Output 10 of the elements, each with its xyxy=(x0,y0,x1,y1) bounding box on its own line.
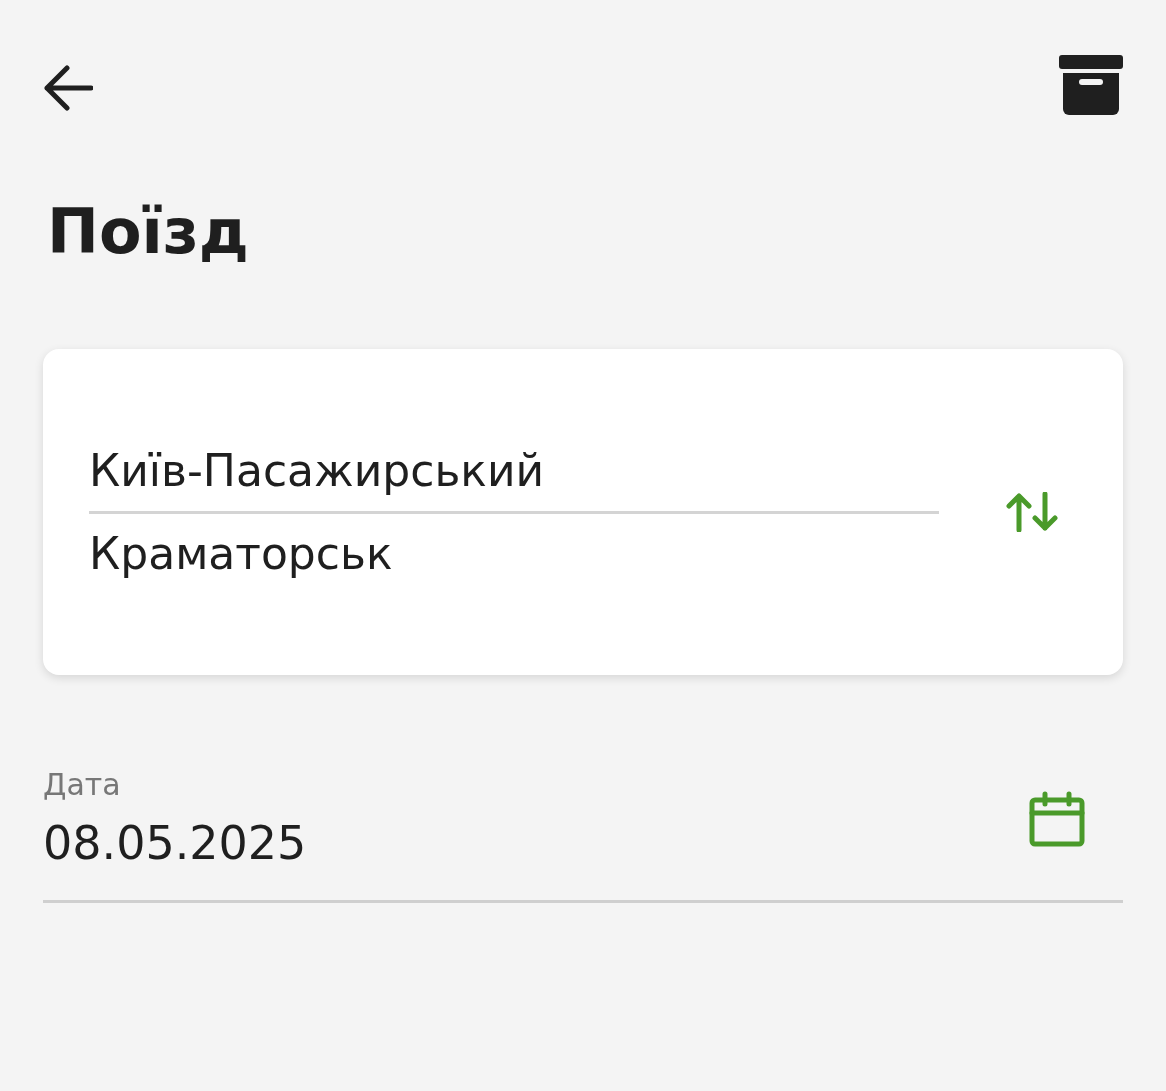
page-title: Поїзд xyxy=(47,195,250,270)
calendar-icon[interactable] xyxy=(1029,790,1085,847)
date-field[interactable]: Дата 08.05.2025 xyxy=(43,767,1123,904)
departure-field[interactable]: Київ-Пасажирський xyxy=(89,430,939,511)
swap-icon[interactable] xyxy=(1005,492,1059,533)
back-icon[interactable] xyxy=(43,65,93,111)
arrival-field[interactable]: Краматорськ xyxy=(89,513,939,594)
date-value: 08.05.2025 xyxy=(43,816,307,871)
archive-icon[interactable] xyxy=(1059,55,1123,115)
date-label: Дата xyxy=(43,767,122,803)
